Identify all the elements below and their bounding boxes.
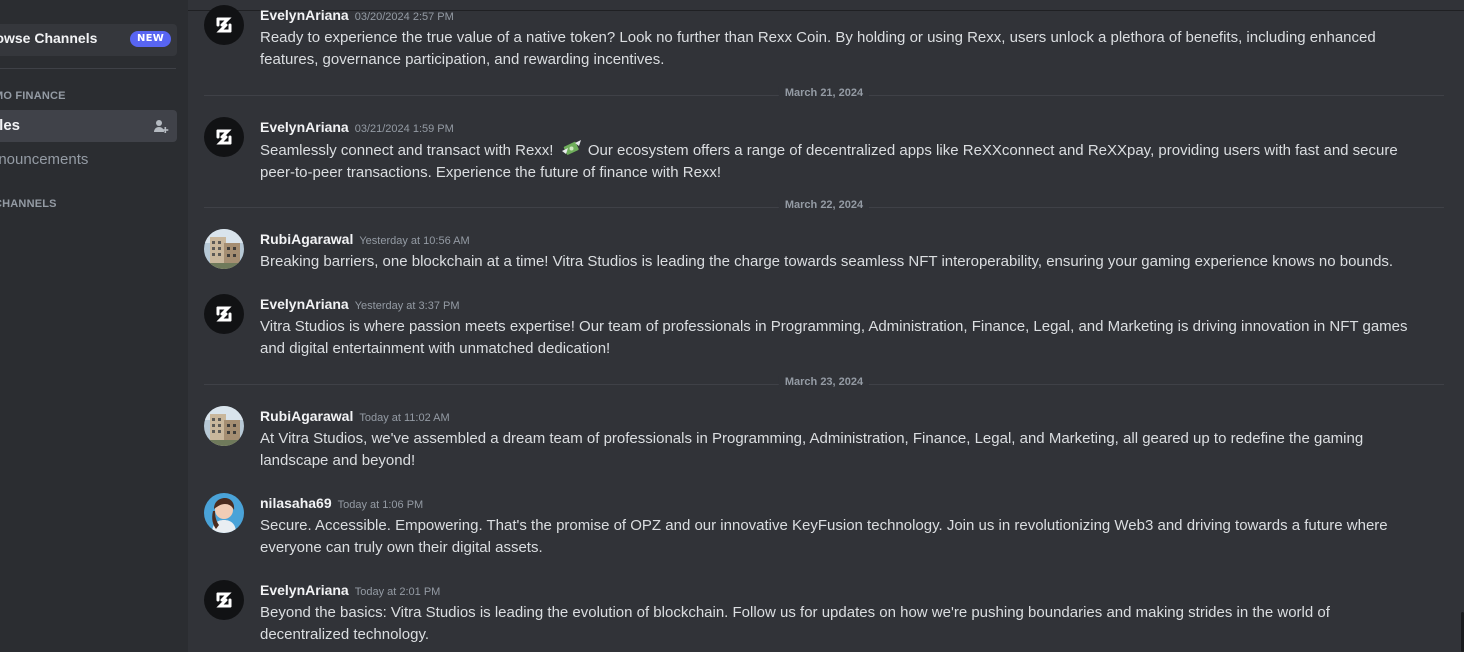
category-header-channels[interactable]: CHANNELS (0, 198, 57, 210)
avatar[interactable] (204, 117, 244, 157)
brand-logo-icon (216, 592, 232, 608)
date-divider: March 21, 2024 (204, 87, 1444, 99)
message-text-part: Seamlessly connect and transact with Rex… (260, 142, 554, 159)
timestamp: Yesterday at 10:56 AM (359, 235, 470, 247)
channel-label: nnouncements (0, 151, 89, 168)
avatar[interactable] (204, 229, 244, 269)
brand-logo-icon (216, 129, 232, 145)
timestamp: Today at 11:02 AM (359, 412, 450, 424)
message-header: nilasaha69 Today at 1:06 PM (260, 493, 423, 512)
browse-channels-button[interactable]: rowse Channels NEW (0, 24, 177, 56)
date-label: March 21, 2024 (778, 87, 870, 99)
channel-item-announcements[interactable]: nnouncements (0, 144, 177, 176)
sidebar-divider (0, 68, 176, 69)
date-label: March 23, 2024 (778, 376, 870, 388)
message-text: Vitra Studios is where passion meets exp… (260, 318, 1408, 357)
building-photo-icon (204, 229, 244, 269)
brand-logo-icon (216, 306, 232, 322)
date-divider: March 22, 2024 (204, 199, 1444, 211)
message-text: Ready to experience the true value of a … (260, 29, 1376, 68)
username[interactable]: EvelynAriana (260, 296, 349, 312)
category-header-finance[interactable]: MO FINANCE (0, 90, 66, 102)
message-text: Beyond the basics: Vitra Studios is lead… (260, 604, 1330, 643)
new-badge: NEW (130, 31, 172, 47)
message-text: At Vitra Studios, we've assembled a drea… (260, 430, 1364, 469)
message-text: Seamlessly connect and transact with Rex… (260, 139, 1420, 184)
timestamp: 03/21/2024 1:59 PM (354, 123, 454, 135)
brand-logo-icon (216, 17, 232, 33)
add-member-icon[interactable] (153, 118, 169, 134)
username[interactable]: nilasaha69 (260, 495, 332, 511)
message-text: Breaking barriers, one blockchain at a t… (260, 253, 1394, 270)
money-with-wings-icon (561, 140, 581, 155)
browse-channels-label: rowse Channels (0, 30, 98, 46)
message-header: RubiAgarawal Today at 11:02 AM (260, 406, 450, 425)
building-photo-icon (204, 406, 244, 446)
user-photo-icon (204, 493, 244, 533)
username[interactable]: RubiAgarawal (260, 408, 353, 424)
username[interactable]: EvelynAriana (260, 7, 349, 23)
message-text: Secure. Accessible. Empowering. That's t… (260, 517, 1388, 556)
avatar[interactable] (204, 5, 244, 45)
timestamp: 03/20/2024 2:57 PM (354, 11, 454, 23)
avatar[interactable] (204, 580, 244, 620)
avatar[interactable] (204, 294, 244, 334)
avatar[interactable] (204, 493, 244, 533)
message-header: RubiAgarawal Yesterday at 10:56 AM (260, 229, 470, 248)
message-header: EvelynAriana Today at 2:01 PM (260, 580, 440, 599)
timestamp: Yesterday at 3:37 PM (354, 300, 460, 312)
message-header: EvelynAriana 03/21/2024 1:59 PM (260, 117, 454, 136)
channel-label: ules (0, 117, 21, 134)
username[interactable]: EvelynAriana (260, 582, 349, 598)
username[interactable]: RubiAgarawal (260, 231, 353, 247)
date-divider: March 23, 2024 (204, 376, 1444, 388)
timestamp: Today at 1:06 PM (337, 499, 424, 511)
timestamp: Today at 2:01 PM (354, 586, 441, 598)
chat-area: EvelynAriana 03/20/2024 2:57 PM Ready to … (188, 0, 1464, 652)
username[interactable]: EvelynAriana (260, 119, 349, 135)
date-label: March 22, 2024 (778, 199, 870, 211)
message-header: EvelynAriana 03/20/2024 2:57 PM (260, 5, 454, 24)
channel-item-rules[interactable]: ules (0, 110, 177, 142)
avatar[interactable] (204, 406, 244, 446)
channel-sidebar: rowse Channels NEW MO FINANCE ules nnoun… (0, 0, 188, 652)
message-header: EvelynAriana Yesterday at 3:37 PM (260, 294, 460, 313)
